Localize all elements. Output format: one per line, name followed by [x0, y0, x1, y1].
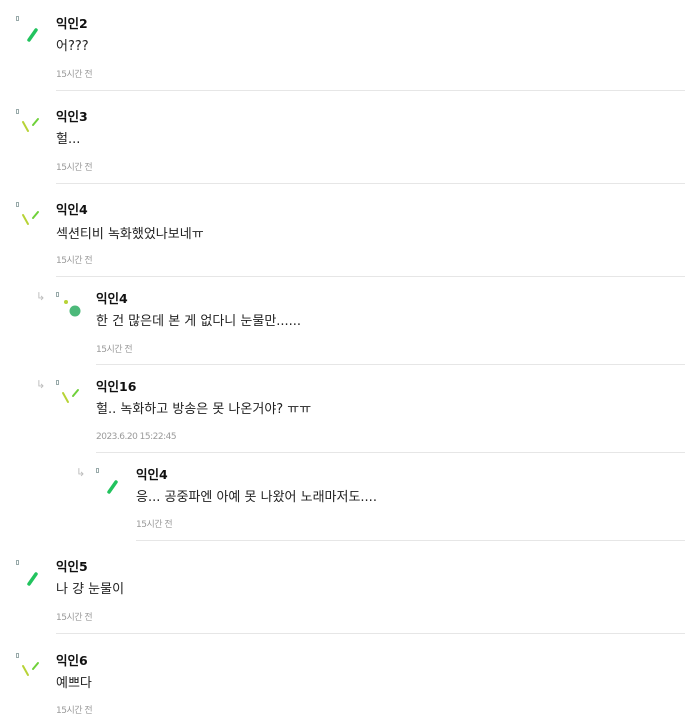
divider: [96, 452, 685, 453]
comment-text: 응... 공중파엔 아예 못 나왔어 노래마저도....: [136, 490, 377, 505]
comment-text: 섹션티비 녹화했었나보네ㅠ: [56, 227, 204, 242]
comment-author[interactable]: 익인3: [56, 109, 88, 125]
reply-item: ↳ 익인4 응... 공중파엔 아예 못 나왔어 노래마저도.... 15시간 …: [0, 454, 685, 542]
comment-author[interactable]: 익인4: [136, 467, 168, 483]
avatar-icon[interactable]: [56, 292, 86, 322]
comment-item: 익인6 예쁘다 15시간 전: [0, 637, 685, 725]
divider: [56, 183, 685, 184]
comment-text: 헐...: [56, 132, 81, 147]
comment-time: 2023.6.20 15:22:45: [96, 432, 177, 442]
comment-text: 헐.. 녹화하고 방송은 못 나온거야? ㅠㅠ: [96, 402, 312, 417]
avatar-icon[interactable]: [16, 16, 46, 46]
comment-text: 한 건 많은데 본 게 없다니 눈물만......: [96, 314, 302, 329]
comment-author[interactable]: 익인6: [56, 653, 88, 669]
comment-author[interactable]: 익인16: [96, 379, 136, 395]
comment-author[interactable]: 익인2: [56, 16, 88, 32]
reply-item: ↳ 익인16 헐.. 녹화하고 방송은 못 나온거야? ㅠㅠ 2023.6.20…: [0, 366, 685, 454]
comment-time: 15시간 전: [56, 163, 93, 173]
divider: [96, 364, 685, 365]
comment-author[interactable]: 익인4: [96, 291, 128, 307]
avatar-icon[interactable]: [16, 202, 46, 232]
divider: [56, 90, 685, 91]
comment-item: 익인5 나 걍 눈물이 15시간 전: [0, 544, 685, 636]
comment-time: 15시간 전: [96, 345, 133, 355]
comment-time: 15시간 전: [56, 613, 93, 623]
divider: [56, 633, 685, 634]
comment-item: 익인4 섹션티비 녹화했었나보네ㅠ 15시간 전: [0, 186, 685, 278]
comment-time: 15시간 전: [136, 520, 173, 530]
avatar-icon[interactable]: [16, 653, 46, 683]
avatar-icon[interactable]: [16, 560, 46, 590]
avatar-icon[interactable]: [96, 468, 126, 498]
reply-arrow-icon: ↳: [36, 290, 46, 303]
comment-time: 15시간 전: [56, 70, 93, 80]
comment-text: 나 걍 눈물이: [56, 582, 125, 597]
comment-text: 어???: [56, 39, 89, 54]
comment-text: 예쁘다: [56, 676, 92, 691]
avatar-icon[interactable]: [16, 109, 46, 139]
reply-item: ↳ 익인4 한 건 많은데 본 게 없다니 눈물만...... 15시간 전: [0, 278, 685, 366]
comment-time: 15시간 전: [56, 256, 93, 266]
comment-time: 15시간 전: [56, 706, 93, 716]
reply-arrow-icon: ↳: [36, 378, 46, 391]
divider: [136, 540, 685, 541]
comment-item: 익인2 어??? 15시간 전: [0, 0, 685, 92]
divider: [56, 276, 685, 277]
avatar-icon[interactable]: [56, 380, 86, 410]
comment-author[interactable]: 익인4: [56, 202, 88, 218]
comment-author[interactable]: 익인5: [56, 559, 88, 575]
comment-item: 익인3 헐... 15시간 전: [0, 93, 685, 185]
reply-arrow-icon: ↳: [76, 466, 86, 479]
